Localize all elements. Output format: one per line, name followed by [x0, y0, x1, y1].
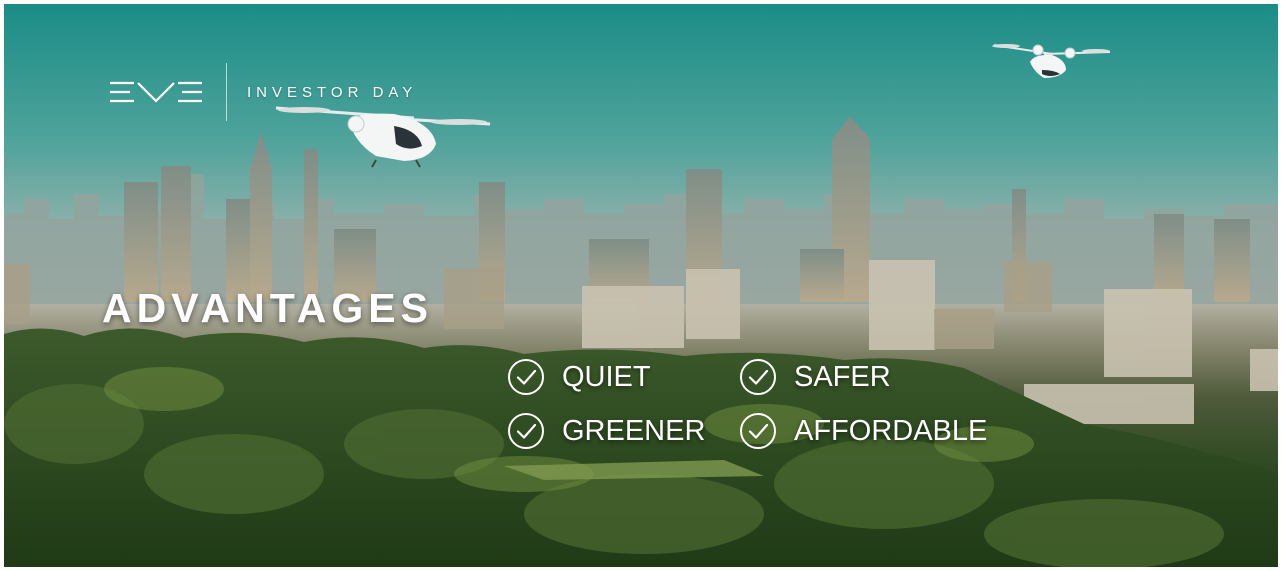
- check-circle-icon: [508, 359, 544, 395]
- advantage-label: GREENER: [562, 414, 706, 447]
- brand-divider: [226, 63, 227, 121]
- eve-logo-icon: [110, 81, 202, 103]
- advantage-label: QUIET: [562, 360, 651, 393]
- advantage-item-affordable: AFFORDABLE: [739, 412, 1019, 450]
- brand-header: INVESTOR DAY: [108, 63, 418, 121]
- advantage-item-safer: SAFER: [739, 358, 1019, 396]
- check-circle-icon: [508, 413, 544, 449]
- advantages-list: QUIET SAFER GREENER AFFORDABLE: [507, 358, 1019, 450]
- advantage-item-quiet: QUIET: [507, 358, 739, 396]
- advantage-label: SAFER: [794, 360, 891, 393]
- advantage-item-greener: GREENER: [507, 412, 739, 450]
- advantage-label: AFFORDABLE: [794, 414, 988, 447]
- slide: INVESTOR DAY ADVANTAGES QUIET SAFER GREE…: [4, 4, 1278, 567]
- event-title: INVESTOR DAY: [247, 83, 418, 101]
- check-circle-icon: [740, 359, 776, 395]
- check-circle-icon: [740, 413, 776, 449]
- advantages-headline: ADVANTAGES: [102, 285, 433, 331]
